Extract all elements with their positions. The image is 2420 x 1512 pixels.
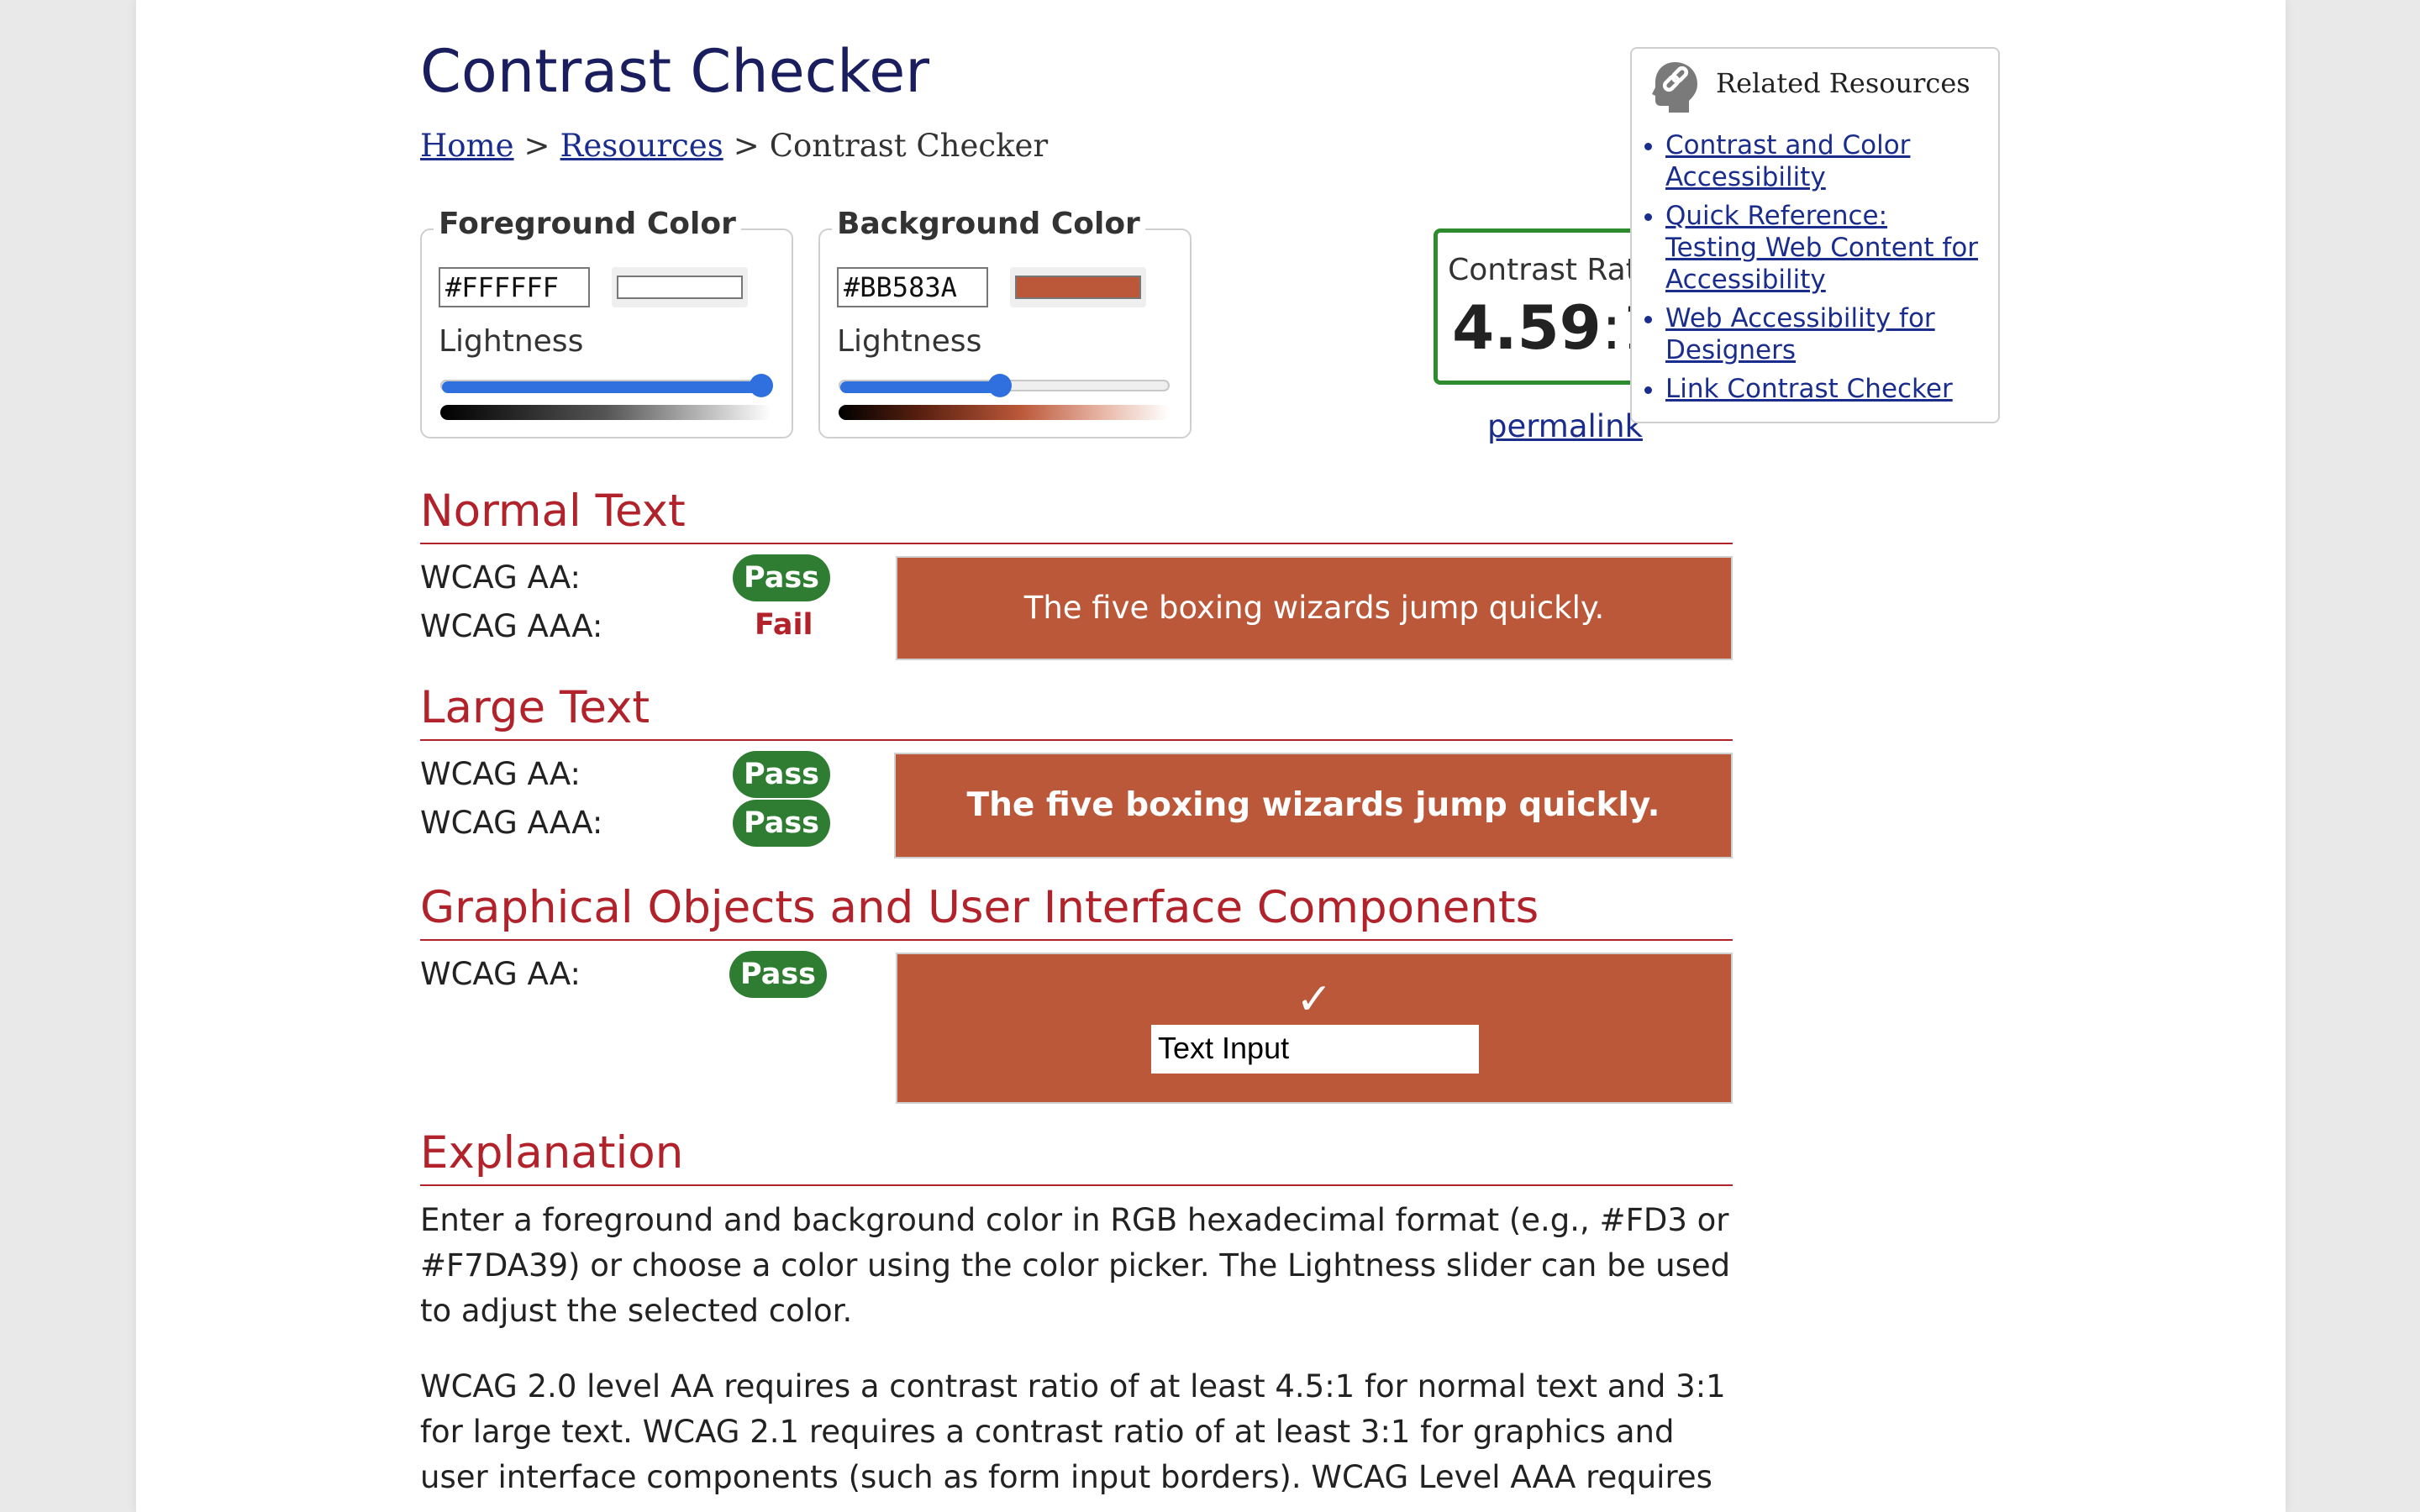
normal-text-preview: The five boxing wizards jump quickly. — [896, 556, 1733, 660]
explanation-heading: Explanation — [420, 1127, 1733, 1186]
explanation-paragraph-1: Enter a foreground and background color … — [420, 1202, 1731, 1329]
background-swatch — [1015, 276, 1141, 299]
breadcrumb-separator: > — [733, 128, 760, 164]
resource-link-quick-reference[interactable]: Quick Reference: Testing Web Content for… — [1665, 201, 1978, 295]
page-title: Contrast Checker — [420, 37, 930, 106]
breadcrumb-current: Contrast Checker — [769, 128, 1049, 164]
graphical-aa-pass-badge: Pass — [729, 951, 827, 998]
breadcrumb: Home > Resources > Contrast Checker — [420, 128, 1048, 164]
checkmark-icon: ✓ — [1296, 974, 1333, 1025]
list-item: Quick Reference: Testing Web Content for… — [1665, 200, 1985, 296]
background-legend: Background Color — [832, 207, 1145, 241]
list-item: Web Accessibility for Designers — [1665, 302, 1985, 366]
background-lightness-gradient — [839, 405, 1170, 420]
graphical-objects-heading: Graphical Objects and User Interface Com… — [420, 882, 1733, 941]
permalink-link[interactable]: permalink — [1487, 408, 1643, 444]
large-text-preview: The five boxing wizards jump quickly. — [894, 753, 1733, 858]
foreground-color-panel: Foreground Color #FFFFFF Lightness — [420, 207, 793, 438]
background-hex-input[interactable]: #BB583A — [837, 267, 988, 307]
sample-text-input[interactable]: Text Input — [1151, 1025, 1479, 1074]
background-color-panel: Background Color #BB583A Lightness — [818, 207, 1192, 438]
background-color-picker[interactable] — [1010, 267, 1146, 307]
normal-aa-pass-badge: Pass — [733, 554, 830, 601]
related-resources-list: Contrast and Color Accessibility Quick R… — [1632, 129, 1985, 412]
breadcrumb-home-link[interactable]: Home — [420, 128, 514, 164]
resource-link-contrast-color[interactable]: Contrast and Color Accessibility — [1665, 130, 1910, 192]
normal-text-heading: Normal Text — [420, 486, 1733, 544]
normal-aaa-fail-badge: Fail — [755, 608, 813, 642]
resource-link-designers[interactable]: Web Accessibility for Designers — [1665, 303, 1935, 365]
foreground-slider-thumb[interactable] — [750, 374, 773, 397]
resource-link-link-contrast[interactable]: Link Contrast Checker — [1665, 374, 1953, 404]
background-lightness-label: Lightness — [837, 324, 982, 359]
related-resources-title: Related Resources — [1716, 67, 1970, 99]
background-slider-fill — [840, 381, 1000, 393]
link-icon — [1649, 59, 1701, 116]
background-lightness-slider[interactable] — [839, 374, 1170, 397]
foreground-lightness-slider[interactable] — [440, 374, 773, 397]
normal-aa-label: WCAG AA: — [420, 559, 581, 596]
large-aa-pass-badge: Pass — [733, 751, 830, 798]
page: Contrast Checker Home > Resources > Contrast… — [136, 0, 2286, 1512]
large-aa-label: WCAG AA: — [420, 756, 581, 792]
foreground-lightness-gradient — [440, 405, 771, 420]
list-item: Link Contrast Checker — [1665, 373, 1985, 405]
foreground-color-picker[interactable] — [612, 267, 748, 307]
foreground-legend: Foreground Color — [434, 207, 741, 241]
foreground-hex-input[interactable]: #FFFFFF — [439, 267, 590, 307]
breadcrumb-resources-link[interactable]: Resources — [560, 128, 723, 164]
explanation-paragraph-2: WCAG 2.0 level AA requires a contrast ra… — [420, 1368, 1726, 1495]
contrast-ratio-number: 4.59 — [1452, 292, 1602, 363]
large-aaa-label: WCAG AAA: — [420, 805, 603, 841]
foreground-lightness-label: Lightness — [439, 324, 584, 359]
graphical-preview: ✓ Text Input — [896, 953, 1733, 1104]
normal-aaa-label: WCAG AAA: — [420, 608, 603, 644]
graphical-aa-label: WCAG AA: — [420, 956, 581, 992]
foreground-fieldset: Foreground Color #FFFFFF Lightness — [420, 207, 793, 438]
large-aaa-pass-badge: Pass — [733, 800, 830, 847]
breadcrumb-separator: > — [523, 128, 550, 164]
large-text-heading: Large Text — [420, 682, 1733, 741]
background-fieldset: Background Color #BB583A Lightness — [818, 207, 1192, 438]
foreground-slider-fill — [442, 381, 761, 393]
list-item: Contrast and Color Accessibility — [1665, 129, 1985, 193]
foreground-swatch — [617, 276, 743, 299]
background-slider-thumb[interactable] — [988, 374, 1012, 397]
related-resources-sidebar: Related Resources Contrast and Color Acc… — [1630, 47, 2000, 423]
